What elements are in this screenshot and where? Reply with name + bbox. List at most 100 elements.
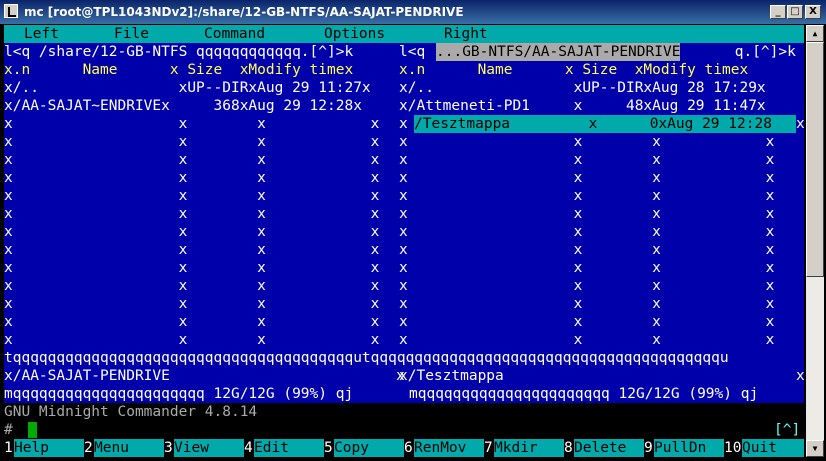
left-panel-top-border[interactable]: l<q /share/12-GB-NTFS qqqqqqqqqqqq.[^]>k <box>4 43 353 61</box>
f5-copy-button[interactable]: 5 Copy <box>324 439 404 457</box>
menu-left[interactable]: Left <box>24 25 59 43</box>
right-empty-row: x x x x <box>399 134 775 150</box>
fkey-number: 5 <box>324 439 334 457</box>
f4-edit-button[interactable]: 4 Edit <box>244 439 324 457</box>
maximize-button[interactable]: □ <box>787 5 803 19</box>
panel-bottom-border: mqqqqqqqqqqqqqqqqqqqqqq 12G/12G (99%) qj… <box>4 385 804 403</box>
right-panel-path[interactable]: ...GB-NTFS/AA-SAJAT-PENDRIVE <box>436 43 681 61</box>
f9-pulldn-button[interactable]: 9 PullDn <box>644 439 724 457</box>
fkey-label: Copy <box>334 439 404 457</box>
shell-prompt: # <box>4 422 13 438</box>
fkey-number: 1 <box>4 439 14 457</box>
empty-row: x x x xx x x x <box>4 151 804 169</box>
right-panel-disk-usage: mqqqqqqqqqqqqqqqqqqqqqq 12G/12G (99%) qj <box>409 386 759 402</box>
fkey-label: Delete <box>574 439 644 457</box>
empty-row: x x x xx x x x <box>4 331 804 349</box>
panel-headers: x.n Name x Size xModify timex x.n Name x… <box>4 61 804 79</box>
terminal-window: mc [root@TPL1043NDv2]:/share/12-GB-NTFS/… <box>0 0 826 461</box>
menu-right[interactable]: Right <box>444 25 488 43</box>
right-empty-row: x x x x <box>399 314 775 330</box>
menu-options[interactable]: Options <box>324 25 385 43</box>
vertical-scrollbar[interactable]: ▲ ▼ <box>806 25 824 457</box>
empty-row: x x x xx x x x <box>4 277 804 295</box>
empty-row: x x x xx x x x <box>4 223 804 241</box>
right-empty-row: x x x x <box>399 170 775 186</box>
title-bar: mc [root@TPL1043NDv2]:/share/12-GB-NTFS/… <box>0 0 826 24</box>
empty-row: x x x xx x x x <box>4 241 804 259</box>
left-file-aa-sajat-endrive[interactable]: x/AA-SAJAT~ENDRIVEx 368xAug 29 12:28x <box>4 97 362 115</box>
right-panel-top-border-start: l<q <box>399 44 434 60</box>
scroll-up-arrow-icon[interactable]: ▲ <box>806 25 824 42</box>
fkey-number: 3 <box>164 439 174 457</box>
menu-bar: Left File Command Options Right <box>4 25 804 43</box>
right-empty-row: x x x x <box>399 152 775 168</box>
file-row: x/AA-SAJAT~ENDRIVEx 368xAug 29 12:28x x/… <box>4 97 804 115</box>
f1-help-button[interactable]: 1 Help <box>4 439 84 457</box>
left-empty-row: x x x x <box>4 134 380 150</box>
left-empty-row: x x x x <box>4 314 380 330</box>
menu-command[interactable]: Command <box>204 25 265 43</box>
left-empty-row: x x x x <box>4 170 380 186</box>
f10-quit-button[interactable]: 10 Quit <box>724 439 804 457</box>
right-row-border: x <box>796 116 804 132</box>
fkey-label: Help <box>14 439 84 457</box>
left-empty-row: x x x x <box>4 332 380 348</box>
fkey-label: Edit <box>254 439 324 457</box>
scroll-track[interactable] <box>806 277 824 440</box>
fkey-number: 2 <box>84 439 94 457</box>
left-empty-row: x x x x <box>4 206 380 222</box>
empty-row: x x x xx x x x <box>4 205 804 223</box>
f8-delete-button[interactable]: 8 Delete <box>564 439 644 457</box>
right-empty-row: x x x x <box>399 188 775 204</box>
left-panel-header[interactable]: x.n Name x Size xModify timex <box>4 61 353 79</box>
left-empty-row: x x x x <box>4 188 380 204</box>
right-panel-current-path: x/Tesztmappa <box>399 368 504 384</box>
function-key-bar: 1 Help 2 Menu 3 View 4 Edit 5 Copy 6 RenMov 7M… <box>4 439 804 457</box>
left-empty-row: x x x x <box>4 116 380 132</box>
fkey-label: View <box>174 439 244 457</box>
right-file-updir[interactable]: x/.. xUP--DIRxAug 28 17:29x <box>399 79 766 97</box>
fkey-number: 7 <box>484 439 494 457</box>
fkey-number: 9 <box>644 439 654 457</box>
mc-terminal[interactable]: Left File Command Options Right l<q /sha… <box>4 25 804 457</box>
menu-file[interactable]: File <box>114 25 149 43</box>
right-empty-row: x x x x <box>399 332 775 348</box>
right-panel-header[interactable]: x.n Name x Size xModify timex <box>399 61 748 79</box>
left-empty-row: x x x x <box>4 152 380 168</box>
window-title: mc [root@TPL1043NDv2]:/share/12-GB-NTFS/… <box>24 5 464 19</box>
text-cursor <box>28 422 37 438</box>
right-file-attmeneti-pd1[interactable]: x/Attmeneti-PD1 x 48xAug 29 11:47x <box>399 97 766 115</box>
f2-menu-button[interactable]: 2 Menu <box>84 439 164 457</box>
close-button[interactable]: X <box>805 5 821 19</box>
right-file-tesztmappa-selected[interactable]: /Tesztmappa x 0xAug 29 12:28 <box>414 115 772 133</box>
left-file-updir[interactable]: x/.. xUP--DIRxAug 29 11:27x <box>4 79 371 97</box>
panel-top-border: l<q /share/12-GB-NTFS qqqqqqqqqqqq.[^]>k… <box>4 43 804 61</box>
f3-view-button[interactable]: 3 View <box>164 439 244 457</box>
right-empty-row: x x x x <box>399 260 775 276</box>
f6-renmov-button[interactable]: 6 RenMov <box>404 439 484 457</box>
minimize-button[interactable]: _ <box>770 5 786 19</box>
hint-bar: GNU Midnight Commander 4.8.14 <box>4 403 804 421</box>
empty-row: x x x xx x x x <box>4 169 804 187</box>
fkey-number: 6 <box>404 439 414 457</box>
command-line[interactable]: # [^] <box>4 421 804 439</box>
left-panel-current-path: x/AA-SAJAT-PENDRIVE <box>4 368 170 384</box>
scroll-thumb[interactable] <box>806 42 824 277</box>
scroll-down-arrow-icon[interactable]: ▼ <box>806 440 824 457</box>
terminal-app-icon[interactable] <box>4 4 18 18</box>
file-row: x/.. xUP--DIRxAug 29 11:27x x/.. xUP--DI… <box>4 79 804 97</box>
panel-divider: tqqqqqqqqqqqqqqqqqqqqqqqqqqqqqqqqqqqqqqq… <box>4 350 729 366</box>
left-empty-row: x x x x <box>4 260 380 276</box>
right-empty-row: x x x x <box>399 206 775 222</box>
left-panel-disk-usage: mqqqqqqqqqqqqqqqqqqqqqq 12G/12G (99%) qj <box>4 386 354 402</box>
fkey-number: 8 <box>564 439 574 457</box>
empty-row: x x x xx x x x <box>4 313 804 331</box>
empty-row: x x x xx x x x <box>4 259 804 277</box>
fkey-label: Menu <box>94 439 164 457</box>
right-empty-row: x x x x <box>399 296 775 312</box>
left-empty-row: x x x x <box>4 278 380 294</box>
right-panel-top-border-end: q.[^]>k <box>726 44 796 60</box>
f7-mkdir-button[interactable]: 7 Mkdir <box>484 439 564 457</box>
prompt-history-indicator[interactable]: [^] <box>774 421 800 439</box>
left-empty-row: x x x x <box>4 242 380 258</box>
